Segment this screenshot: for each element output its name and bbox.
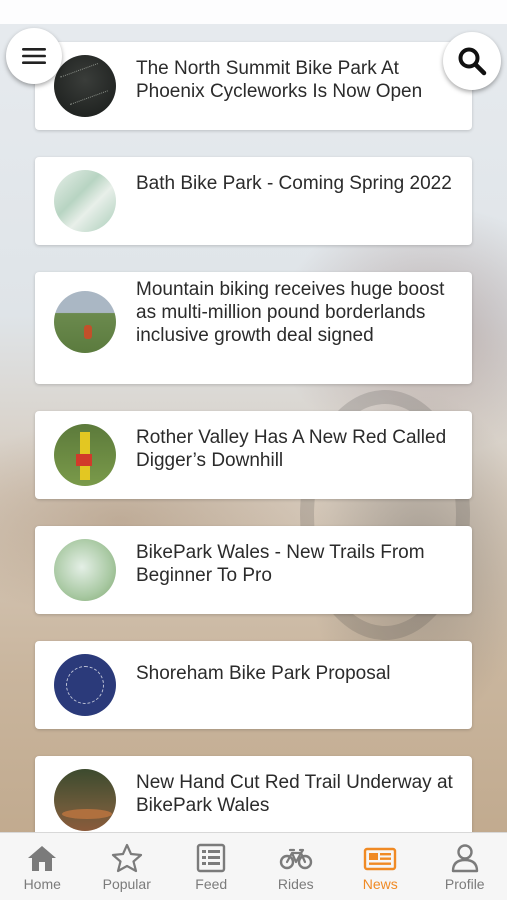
star-icon: [111, 843, 142, 873]
hamburger-menu-icon: [22, 48, 46, 64]
bottom-tab-bar: Home Popular Feed Rides News Profile: [0, 832, 507, 900]
article-title: Mountain biking receives huge boost as m…: [136, 279, 445, 346]
article-thumbnail: [54, 424, 116, 486]
feed-icon: [197, 843, 226, 873]
article-title: New Hand Cut Red Trail Underway at BikeP…: [136, 772, 453, 816]
tab-home[interactable]: Home: [0, 833, 85, 900]
tab-feed-label: Feed: [195, 876, 228, 892]
tab-profile[interactable]: Profile: [423, 833, 507, 900]
tab-news-label: News: [362, 876, 398, 892]
article-thumbnail: [54, 291, 116, 353]
tab-feed[interactable]: Feed: [169, 833, 254, 900]
search-button[interactable]: [443, 32, 501, 90]
search-icon: [458, 47, 487, 76]
home-icon: [28, 846, 57, 871]
article-title: BikePark Wales - New Trails From Beginne…: [136, 542, 425, 586]
article-thumbnail: [54, 539, 116, 601]
news-card[interactable]: Mountain biking receives huge boost as m…: [35, 272, 472, 384]
article-thumbnail: [54, 55, 116, 117]
news-card[interactable]: Rother Valley Has A New Red Called Digge…: [35, 411, 472, 499]
news-card[interactable]: BikePark Wales - New Trails From Beginne…: [35, 526, 472, 614]
tab-popular[interactable]: Popular: [85, 833, 170, 900]
tab-news[interactable]: News: [338, 833, 423, 900]
profile-icon: [451, 844, 478, 873]
tab-home-label: Home: [23, 876, 61, 892]
news-list[interactable]: The North Summit Bike Park At Phoenix Cy…: [0, 0, 507, 832]
article-title: Shoreham Bike Park Proposal: [136, 663, 391, 684]
tab-profile-label: Profile: [444, 876, 485, 892]
news-card[interactable]: The North Summit Bike Park At Phoenix Cy…: [35, 42, 472, 130]
article-thumbnail: [54, 769, 116, 831]
menu-button[interactable]: [6, 28, 62, 84]
tab-rides[interactable]: Rides: [254, 833, 339, 900]
bicycle-icon: [279, 848, 312, 870]
tab-rides-label: Rides: [277, 876, 314, 892]
newspaper-icon: [364, 847, 397, 871]
tab-popular-label: Popular: [102, 876, 151, 892]
news-card[interactable]: New Hand Cut Red Trail Underway at BikeP…: [35, 756, 472, 832]
news-card[interactable]: Bath Bike Park - Coming Spring 2022: [35, 157, 472, 245]
news-card[interactable]: Shoreham Bike Park Proposal: [35, 641, 472, 729]
article-thumbnail: [54, 654, 116, 716]
article-thumbnail: [54, 170, 116, 232]
article-title: Rother Valley Has A New Red Called Digge…: [136, 427, 447, 471]
article-title: The North Summit Bike Park At Phoenix Cy…: [136, 58, 423, 102]
article-title: Bath Bike Park - Coming Spring 2022: [136, 173, 452, 194]
